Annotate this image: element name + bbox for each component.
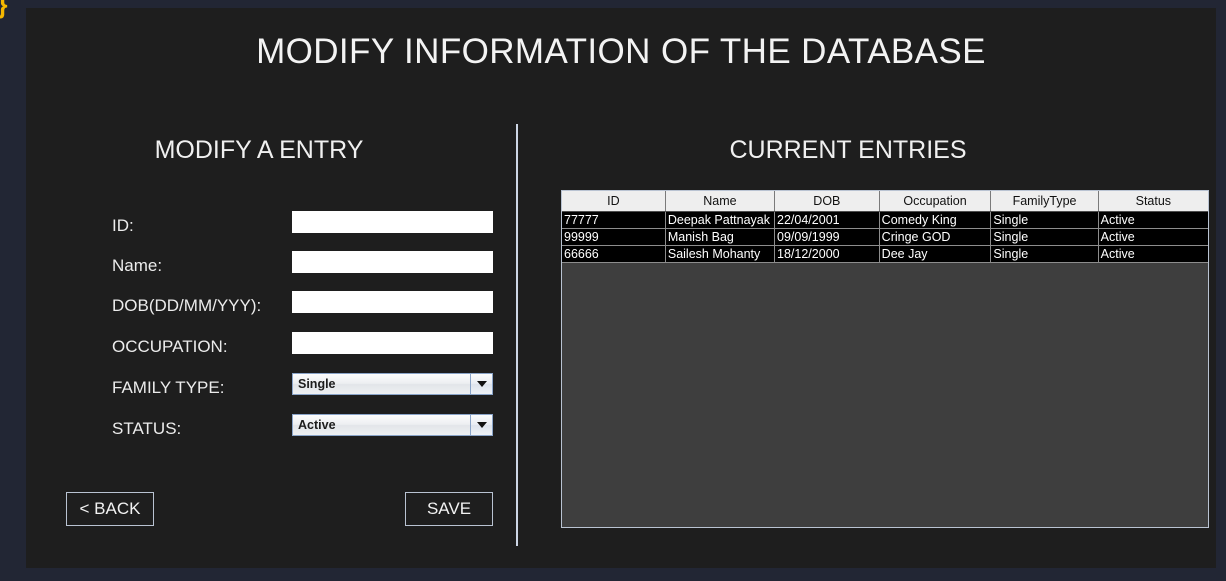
form-dropdown[interactable]: Single — [292, 373, 493, 395]
table-cell[interactable]: Cringe GOD — [879, 228, 992, 246]
dropdown-selected-value[interactable]: Single — [293, 374, 470, 394]
table-cell[interactable]: 09/09/1999 — [774, 228, 880, 246]
form-field-label: ID: — [112, 216, 134, 235]
entries-column-header[interactable]: Status — [1098, 191, 1208, 212]
table-row[interactable]: 66666 Sailesh Mohanty 18/12/2000 Dee Jay Sin… — [562, 245, 1208, 263]
entries-body[interactable]: 77777 Deepak Pattnayak 22/04/2001 Comedy Ki… — [562, 211, 1208, 263]
entries-column-header[interactable]: DOB — [774, 191, 880, 212]
entries-column-header[interactable]: Occupation — [879, 191, 992, 212]
table-cell[interactable]: Manish Bag — [665, 228, 776, 246]
modify-entry-panel: MODIFY A ENTRY ID: Name: DOB(DD/MM/YYY): OC… — [26, 8, 516, 568]
form-text-input[interactable] — [292, 332, 493, 354]
table-cell[interactable]: Active — [1098, 228, 1208, 246]
back-button[interactable]: < BACK — [66, 492, 154, 526]
form-row: OCCUPATION: — [112, 332, 496, 362]
form-text-input[interactable] — [292, 251, 493, 273]
chevron-down-glyph — [476, 381, 487, 387]
table-cell[interactable]: 18/12/2000 — [774, 245, 880, 263]
form-dropdown[interactable]: Active — [292, 414, 493, 436]
table-cell[interactable]: 99999 — [562, 228, 666, 246]
entries-heading: CURRENT ENTRIES — [729, 136, 967, 164]
dropdown-selected-value[interactable]: Active — [293, 415, 470, 435]
form-field-label: DOB(DD/MM/YYY): — [112, 296, 262, 315]
form-row: ID: — [112, 211, 496, 241]
app-corner-glyph-icon: } — [0, 0, 16, 19]
table-cell[interactable]: Active — [1098, 211, 1208, 229]
table-cell[interactable]: Single — [990, 245, 1099, 263]
form-heading: MODIFY A ENTRY — [154, 136, 364, 164]
table-cell[interactable]: 22/04/2001 — [774, 211, 880, 229]
table-cell[interactable]: Dee Jay — [879, 245, 992, 263]
form-field-label: OCCUPATION: — [112, 337, 228, 356]
table-cell[interactable]: Single — [990, 211, 1099, 229]
form-text-input[interactable] — [292, 291, 493, 313]
table-cell[interactable]: 66666 — [562, 245, 666, 263]
table-row[interactable]: 77777 Deepak Pattnayak 22/04/2001 Comedy Ki… — [562, 211, 1208, 229]
form-row: STATUS: Active — [112, 414, 496, 444]
app-window: MODIFY INFORMATION OF THE DATABASE MODIF… — [26, 8, 1216, 568]
entries-column-header[interactable]: ID — [562, 191, 666, 212]
entries-table[interactable]: ID Name DOB Occupation FamilyType Status 7777… — [562, 191, 1208, 263]
form-row: DOB(DD/MM/YYY): — [112, 291, 496, 321]
entries-column-header[interactable]: Name — [665, 191, 776, 212]
chevron-down-icon[interactable] — [470, 415, 492, 435]
chevron-down-icon[interactable] — [470, 374, 492, 394]
form-field-label: Name: — [112, 256, 163, 275]
form-row: Name: — [112, 251, 496, 281]
table-cell[interactable]: 77777 — [562, 211, 666, 229]
form-field-label: STATUS: — [112, 419, 182, 438]
table-row[interactable]: 99999 Manish Bag 09/09/1999 Cringe GOD Singl… — [562, 228, 1208, 246]
table-cell[interactable]: Sailesh Mohanty — [665, 245, 776, 263]
table-cell[interactable]: Comedy King — [879, 211, 992, 229]
entries-header-row: ID Name DOB Occupation FamilyType Status — [562, 191, 1208, 212]
table-cell[interactable]: Deepak Pattnayak — [665, 211, 776, 229]
form-field-label: FAMILY TYPE: — [112, 378, 225, 397]
chevron-down-glyph — [476, 422, 487, 428]
current-entries-panel: CURRENT ENTRIES ID Name DOB Occupation Famil… — [518, 8, 1216, 568]
form-row: FAMILY TYPE: Single — [112, 373, 496, 403]
entries-column-header[interactable]: FamilyType — [990, 191, 1099, 212]
table-cell[interactable]: Active — [1098, 245, 1208, 263]
save-button[interactable]: SAVE — [405, 492, 493, 526]
entries-table-frame[interactable]: ID Name DOB Occupation FamilyType Status 7777… — [561, 190, 1209, 528]
form-text-input[interactable] — [292, 211, 493, 233]
table-cell[interactable]: Single — [990, 228, 1099, 246]
